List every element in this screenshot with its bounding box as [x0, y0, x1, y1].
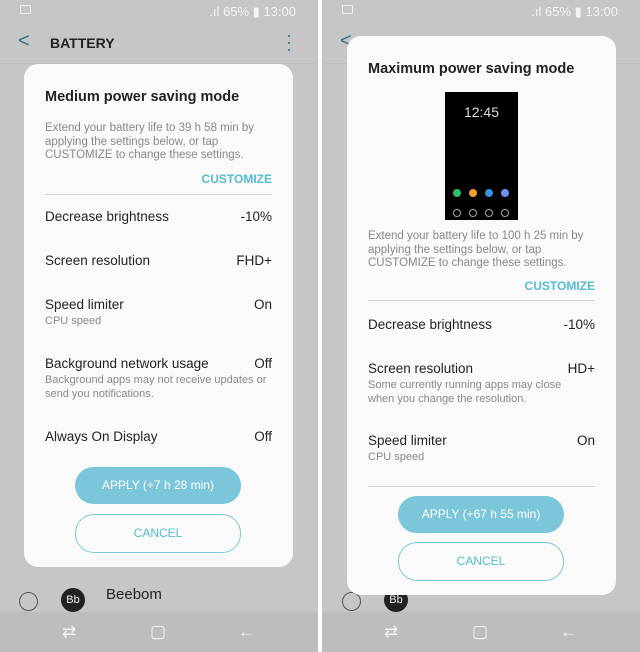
- apply-button[interactable]: APPLY (+67 h 55 min): [398, 496, 564, 533]
- divider: [368, 300, 595, 301]
- dialog-description: Extend your battery life to 100 h 25 min…: [368, 230, 584, 269]
- setting-background-network: Background network usage Off Background ap…: [45, 356, 272, 401]
- setting-subtitle: Some currently running apps may close wh…: [368, 379, 562, 405]
- left-screen: .ıl 65% ▮ 13:00 < BATTERY · · · Bb Beebom …: [0, 0, 318, 652]
- shortcut-icon: [453, 209, 461, 217]
- phone-icon: [453, 189, 461, 197]
- setting-label: Screen resolution: [368, 361, 474, 376]
- navigation-bar: ⇄ ▢ ←: [0, 612, 318, 652]
- preview-clock: 12:45: [463, 104, 500, 120]
- home-icon[interactable]: ▢: [150, 622, 166, 642]
- setting-value: -10%: [563, 317, 595, 332]
- app-radio[interactable]: [19, 592, 38, 611]
- page-title: BATTERY: [50, 35, 115, 51]
- back-icon[interactable]: ←: [560, 622, 577, 642]
- navigation-bar: ⇄ ▢ ←: [322, 612, 640, 652]
- more-options-icon[interactable]: · · ·: [286, 26, 292, 58]
- setting-label: Screen resolution: [45, 253, 151, 268]
- battery-percent: 65%: [223, 4, 250, 19]
- setting-subtitle: CPU speed: [368, 451, 425, 463]
- setting-value: FHD+: [236, 253, 272, 268]
- dialog-title: Medium power saving mode: [45, 89, 240, 105]
- shortcut-icon: [485, 209, 493, 217]
- recents-icon[interactable]: ⇄: [62, 622, 76, 642]
- setting-speed-limiter: Speed limiter On CPU speed: [368, 433, 595, 465]
- divider: [368, 486, 595, 487]
- battery-icon: ▮: [252, 4, 260, 19]
- shortcut-icon: [501, 209, 509, 217]
- setting-label: Speed limiter: [45, 297, 124, 312]
- dialog-description: Extend your battery life to 39 h 58 min …: [45, 122, 255, 161]
- dialog-title: Maximum power saving mode: [368, 61, 575, 77]
- app-bar: < BATTERY · · ·: [0, 22, 318, 64]
- customize-button[interactable]: CUSTOMIZE: [525, 279, 595, 293]
- signal-icon: .ıl: [531, 4, 546, 19]
- battery-percent: 65%: [545, 4, 572, 19]
- gallery-notification-icon: [342, 5, 353, 14]
- setting-speed-limiter: Speed limiter On CPU speed: [45, 297, 272, 329]
- setting-label: Always On Display: [45, 429, 158, 444]
- right-screen: .ıl 65% ▮ 13:00 < Bb Maximum power savin…: [322, 0, 640, 652]
- app-icon: [469, 189, 477, 197]
- setting-label: Decrease brightness: [45, 209, 169, 224]
- apply-button[interactable]: APPLY (+7 h 28 min): [75, 467, 241, 504]
- setting-decrease-brightness: Decrease brightness -10%: [45, 209, 272, 224]
- status-bar: .ıl 65% ▮ 13:00: [322, 0, 640, 22]
- signal-icon: .ıl: [209, 4, 224, 19]
- setting-subtitle: CPU speed: [45, 315, 102, 327]
- medium-power-saving-dialog: Medium power saving mode Extend your bat…: [24, 64, 293, 567]
- setting-value: On: [253, 297, 272, 312]
- customize-button[interactable]: CUSTOMIZE: [202, 172, 272, 186]
- app-icon: [485, 189, 493, 197]
- app-avatar: Bb: [61, 588, 85, 612]
- setting-label: Decrease brightness: [368, 317, 492, 332]
- cancel-button[interactable]: CANCEL: [398, 542, 564, 581]
- setting-screen-resolution: Screen resolution FHD+: [45, 253, 272, 268]
- setting-value: -10%: [240, 209, 272, 224]
- setting-decrease-brightness: Decrease brightness -10%: [368, 317, 595, 332]
- setting-always-on-display: Always On Display Off: [45, 429, 272, 444]
- always-on-display-preview: 12:45: [445, 92, 518, 220]
- setting-screen-resolution: Screen resolution HD+ Some currently runni…: [368, 361, 595, 406]
- battery-icon: ▮: [574, 4, 582, 19]
- clock: 13:00: [585, 4, 618, 19]
- status-bar: .ıl 65% ▮ 13:00: [0, 0, 318, 22]
- divider: [45, 194, 272, 195]
- setting-value: On: [576, 433, 595, 448]
- gallery-notification-icon: [20, 5, 31, 14]
- app-icon: [501, 189, 509, 197]
- shortcut-icon: [469, 209, 477, 217]
- home-icon[interactable]: ▢: [472, 622, 488, 642]
- back-arrow-icon[interactable]: <: [18, 30, 30, 53]
- setting-value: Off: [254, 429, 272, 444]
- setting-value: HD+: [567, 361, 595, 376]
- setting-label: Speed limiter: [368, 433, 447, 448]
- setting-value: Off: [254, 356, 272, 371]
- back-icon[interactable]: ←: [238, 622, 255, 642]
- maximum-power-saving-dialog: Maximum power saving mode 12:45 Extend y…: [347, 36, 616, 595]
- clock: 13:00: [263, 4, 296, 19]
- recents-icon[interactable]: ⇄: [384, 622, 398, 642]
- setting-subtitle: Background apps may not receive updates …: [45, 374, 267, 400]
- setting-label: Background network usage: [45, 356, 209, 371]
- app-name: Beebom: [106, 586, 162, 603]
- cancel-button[interactable]: CANCEL: [75, 514, 241, 553]
